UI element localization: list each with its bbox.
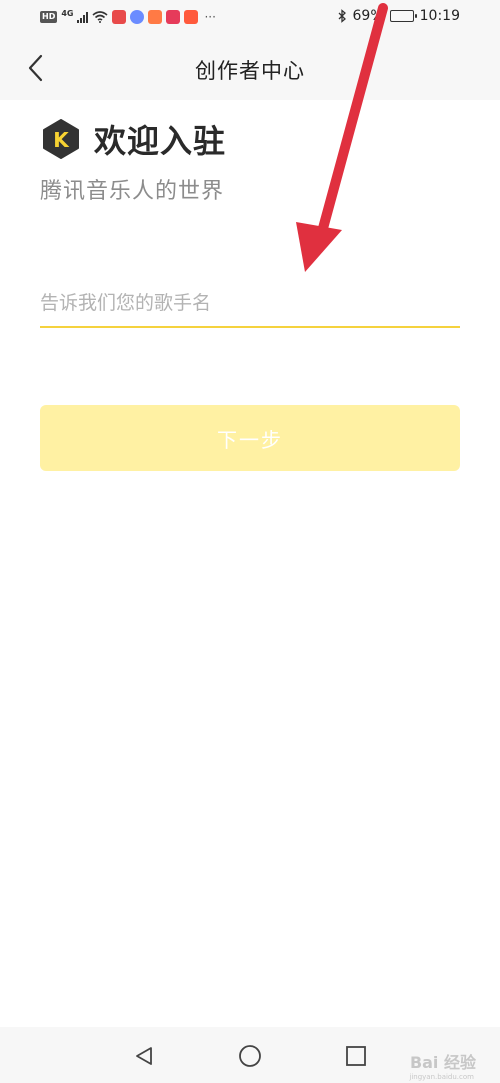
singer-name-input[interactable] — [40, 280, 460, 326]
bluetooth-icon — [338, 9, 346, 23]
wifi-icon — [92, 11, 109, 23]
page-title: 创作者中心 — [195, 59, 305, 83]
nav-bar: 创作者中心 — [0, 36, 500, 100]
network-type: 4G — [61, 9, 74, 18]
battery-percent: 69% — [352, 8, 384, 24]
hd-badge: HD — [40, 11, 58, 23]
screen: HD 4G ··· 69% 10:19 创作者中心 K 欢迎入驻 腾讯音乐人的世… — [0, 0, 500, 1083]
system-home-button[interactable] — [237, 1043, 263, 1069]
welcome-header: K 欢迎入驻 — [40, 116, 226, 162]
logo-letter: K — [53, 128, 70, 152]
battery-icon — [389, 10, 417, 22]
welcome-title: 欢迎入驻 — [94, 122, 227, 160]
square-recents-icon — [346, 1046, 366, 1066]
system-back-button[interactable] — [131, 1043, 157, 1069]
singer-name-field — [40, 280, 460, 328]
system-recents-button[interactable] — [343, 1043, 369, 1069]
signal-icon — [77, 11, 89, 23]
music-app-icon — [130, 10, 145, 24]
clock: 10:19 — [419, 8, 460, 24]
watermark-sub: jingyan.baidu.com — [409, 1073, 474, 1081]
system-nav-bar: Bai 经验 jingyan.baidu.com — [0, 1027, 500, 1083]
kugou-logo-icon: K — [43, 119, 79, 159]
next-step-button[interactable]: 下一步 — [40, 405, 460, 471]
reader-app-icon — [166, 10, 181, 24]
status-bar: HD 4G ··· 69% 10:19 — [0, 0, 500, 36]
welcome-subtitle: 腾讯音乐人的世界 — [40, 179, 225, 204]
status-right: 69% 10:19 — [338, 8, 460, 24]
app-store-icon — [148, 10, 163, 24]
more-notifications-icon: ··· — [204, 10, 216, 24]
watermark-text: Bai 经验 — [409, 1053, 476, 1072]
status-left: HD 4G ··· — [40, 10, 216, 24]
input-underline — [40, 326, 460, 328]
app-notification-icon — [112, 10, 127, 24]
triangle-back-icon — [136, 1047, 152, 1065]
video-app-icon — [184, 10, 199, 24]
circle-home-icon — [239, 1045, 261, 1067]
